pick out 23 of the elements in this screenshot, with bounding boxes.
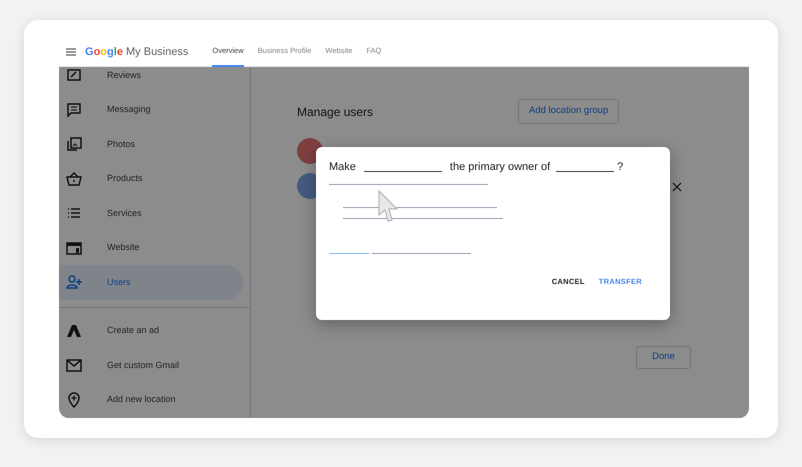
mouse-pointer-icon xyxy=(377,190,399,222)
add-location-group-button[interactable]: Add location group xyxy=(518,99,620,124)
page-title: Manage users xyxy=(297,104,374,120)
menu-icon[interactable] xyxy=(66,48,76,56)
triangle-logo-icon xyxy=(66,322,82,339)
edit-icon xyxy=(66,67,82,84)
mail-icon xyxy=(66,357,82,374)
dialog-text: Make xyxy=(329,160,356,175)
sidebar-item[interactable]: Users xyxy=(59,265,243,300)
photos-icon xyxy=(66,136,82,152)
chat-icon xyxy=(66,102,82,118)
sidebar-item[interactable]: Add new location xyxy=(59,382,243,417)
add-person-icon xyxy=(66,274,82,290)
dialog-text: the primary owner of xyxy=(450,160,550,175)
browser-window-icon xyxy=(66,240,82,256)
done-button[interactable]: Done xyxy=(636,346,691,369)
sidebar-item[interactable]: Create an ad xyxy=(59,314,243,348)
close-icon[interactable] xyxy=(672,182,682,192)
basket-icon xyxy=(66,170,82,187)
app-logo: Google My Business xyxy=(85,44,188,60)
sidebar-item[interactable]: Get custom Gmail xyxy=(59,348,243,382)
add-location-icon xyxy=(66,392,82,408)
dialog-text: ? xyxy=(617,160,624,175)
